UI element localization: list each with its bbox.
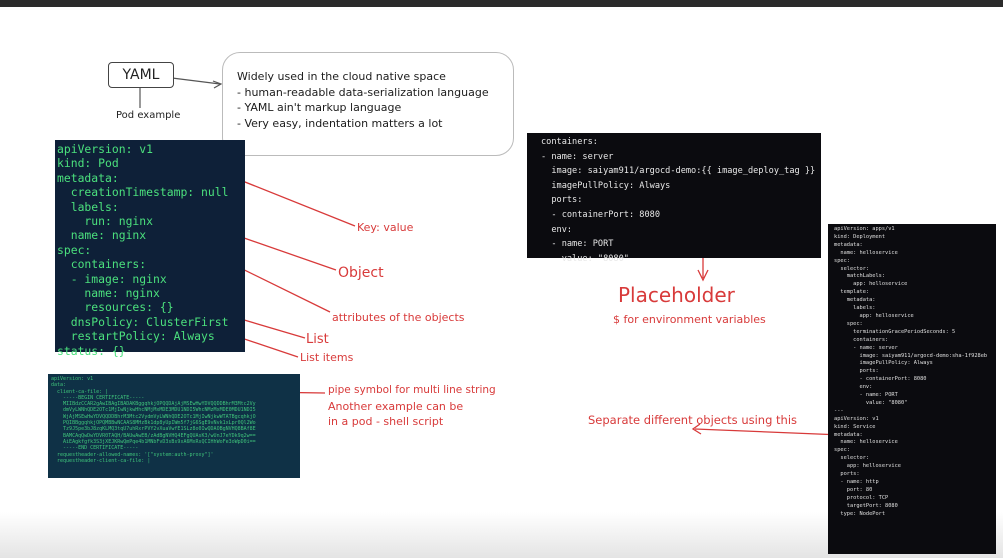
code-line: selector: — [834, 455, 870, 462]
bubble-line: - human-readable data-serialization lang… — [237, 85, 489, 99]
code-line: resources: {} — [57, 300, 174, 315]
code-line: apiVersion: apps/v1 — [834, 226, 895, 232]
code-line: metadata: — [834, 431, 863, 438]
configmap-yaml-code: apiVersion: v1 data: client-ca-file: | -… — [48, 374, 300, 478]
code-line: terminationGracePeriodSeconds: 5 — [834, 328, 956, 335]
pipe-annotation-line1: pipe symbol for multi line string — [328, 384, 496, 396]
deployment-service-yaml-code: apiVersion: apps/v1 kind: Deployment met… — [828, 224, 996, 554]
code-line: name: helloservice — [834, 249, 898, 256]
code-line: env: — [541, 224, 573, 235]
code-line: selector: — [834, 265, 870, 272]
code-line: status: {} — [57, 343, 126, 358]
code-line: type: NodePort — [834, 510, 886, 517]
yaml-arrow — [171, 77, 221, 85]
code-line: spec: — [834, 257, 850, 264]
code-line: value: "8080" — [834, 399, 908, 406]
code-line: protocol: TCP — [834, 494, 889, 501]
container-yaml-code: containers: - name: server image: saiyam… — [527, 133, 821, 264]
code-line: - name: server — [541, 151, 614, 162]
code-line: - image: nginx — [57, 271, 167, 286]
code-line: ports: — [834, 471, 860, 478]
code-line: labels: — [57, 199, 119, 214]
code-line: name: nginx — [57, 228, 147, 243]
bubble-line: Widely used in the cloud native space — [237, 70, 446, 83]
attributes-annotation: attributes of the objects — [332, 311, 465, 324]
code-line: spec: — [57, 242, 92, 257]
code-line: - name: http — [834, 479, 879, 485]
env-vars-annotation: $ for environment variables — [613, 313, 766, 326]
code-line: app: helloservice — [834, 463, 901, 470]
separator-annotation: Separate different objects using this — [588, 413, 798, 427]
separator-arrow — [694, 428, 843, 436]
code-line: ports: — [541, 195, 583, 206]
code-line: metadata: — [834, 297, 876, 304]
list-annotation: List — [306, 332, 329, 347]
pod-example-label: Pod example — [116, 110, 181, 121]
code-line: metadata: — [834, 241, 863, 248]
bubble-line: - Very easy, indentation matters a lot — [237, 116, 443, 130]
code-line: - name: PORT — [541, 239, 614, 250]
pod-yaml-code: apiVersion: v1 kind: Pod metadata: creat… — [55, 140, 245, 358]
code-line: spec: — [834, 320, 863, 327]
placeholder-annotation: Placeholder — [618, 283, 735, 307]
code-line: kind: Pod — [57, 156, 119, 171]
code-line: imagePullPolicy: Always — [834, 360, 933, 367]
code-line: containers: — [57, 257, 147, 272]
code-line: containers: — [541, 137, 598, 147]
code-line: requestheader-client-ca-file: | — [51, 457, 151, 464]
code-line: run: nginx — [57, 214, 154, 229]
pipe-annotation-line2: Another example can be — [328, 400, 464, 413]
code-line: - containerPort: 8080 — [541, 209, 660, 220]
code-line: dnsPolicy: ClusterFirst — [57, 314, 229, 329]
code-line: ports: — [834, 368, 879, 375]
code-line: - name: server — [834, 344, 898, 351]
code-line: matchLabels: — [834, 273, 886, 280]
code-line: spec: — [834, 447, 850, 454]
code-line: kind: Deployment — [834, 233, 886, 240]
code-line: imagePullPolicy: Always — [541, 180, 671, 191]
list-items-annotation: List items — [300, 351, 354, 364]
code-line: name: helloservice — [834, 439, 898, 446]
code-line: metadata: — [57, 170, 119, 185]
code-line: template: — [834, 289, 870, 296]
yaml-title-box: YAML — [108, 62, 174, 88]
code-line: - name: PORT — [834, 392, 898, 399]
code-line: restartPolicy: Always — [57, 329, 215, 344]
code-line: image: saiyam911/argocd-demo:{{ image_de… — [541, 166, 816, 177]
code-line: value: "8080" — [541, 253, 629, 264]
bubble-line: - YAML ain't markup language — [237, 101, 402, 114]
code-line: env: — [834, 384, 873, 391]
code-line: --- — [834, 407, 844, 414]
code-line: name: nginx — [57, 286, 160, 301]
code-line: app: helloservice — [834, 281, 908, 288]
object-annotation: Object — [338, 265, 384, 281]
code-line: creationTimestamp: null — [57, 185, 229, 200]
code-line: labels: — [834, 305, 876, 312]
code-line: kind: Service — [834, 423, 876, 430]
yaml-description-bubble: Widely used in the cloud native space - … — [222, 52, 514, 156]
key-value-annotation: Key: value — [357, 221, 414, 234]
code-line: apiVersion: v1 — [834, 415, 879, 422]
code-line: containers: — [834, 336, 889, 343]
pipe-annotation-line3: in a pod - shell script — [328, 415, 444, 428]
code-line: image: saiyam911/argocd-demo:sha-1f928eb — [834, 352, 988, 359]
code-line: apiVersion: v1 — [57, 142, 154, 156]
code-line: port: 80 — [834, 486, 873, 493]
code-line: app: helloservice — [834, 312, 914, 319]
code-line: targetPort: 8080 — [834, 502, 898, 509]
code-line: - containerPort: 8080 — [834, 376, 927, 383]
